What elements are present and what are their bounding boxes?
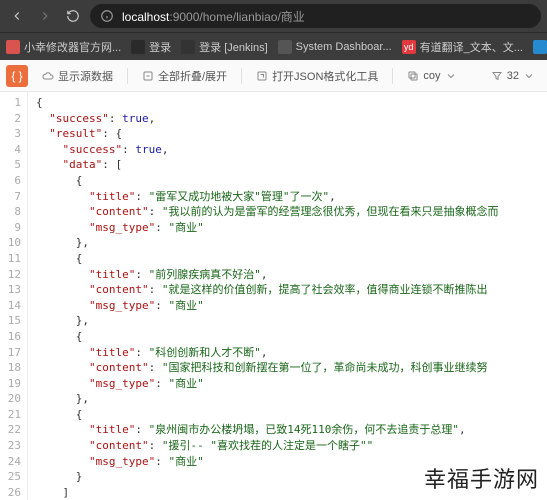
browser-nav-bar: localhost:9000/home/lianbiao/商业 (0, 0, 547, 32)
url-text: localhost:9000/home/lianbiao/商业 (122, 8, 305, 25)
bookmarks-bar: 小幸修改器官方网... 登录 登录 [Jenkins] System Dashboar… (0, 32, 547, 60)
filter-button[interactable]: 32 (485, 67, 541, 85)
copy-label: coy (423, 70, 440, 82)
show-raw-button[interactable]: 显示源数据 (36, 65, 119, 87)
open-formatter-label: 打开JSON格式化工具 (272, 68, 378, 84)
external-icon (256, 70, 268, 82)
json-viewer-toolbar: { } 显示源数据 全部折叠/展开 打开JSON格式化工具 coy 32 (0, 60, 547, 92)
bookmark-favicon (181, 40, 195, 54)
filter-count: 32 (507, 70, 519, 82)
bookmark-label: 有道翻译_文本、文... (420, 39, 523, 55)
copy-button[interactable]: coy (401, 67, 462, 85)
back-button[interactable] (6, 5, 28, 27)
bookmark-favicon (6, 40, 20, 54)
show-raw-label: 显示源数据 (58, 68, 113, 84)
toolbar-separator (127, 68, 128, 84)
bookmark-item[interactable]: yd 有道翻译_文本、文... (402, 39, 523, 55)
arrow-left-icon (10, 9, 24, 23)
bookmark-label: 小幸修改器官方网... (24, 39, 121, 55)
site-info-icon (100, 9, 114, 23)
collapse-all-label: 全部折叠/展开 (158, 68, 227, 84)
line-gutter: 1234567891011121314151617181920212223242… (0, 92, 28, 500)
bookmark-item[interactable]: 登录 (131, 39, 171, 55)
cloud-icon (42, 70, 54, 82)
copy-icon (407, 70, 419, 82)
bookmark-item[interactable]: 小幸修改器官方网... (6, 39, 121, 55)
bookmark-label: System Dashboar... (296, 41, 392, 53)
bookmark-item[interactable]: Bing Microsoft Tr (533, 40, 547, 54)
bookmark-favicon: yd (402, 40, 416, 54)
json-content[interactable]: { "success": true, "result": { "success"… (28, 92, 547, 500)
chevron-down-icon (445, 70, 457, 82)
collapse-all-button[interactable]: 全部折叠/展开 (136, 65, 233, 87)
bookmark-favicon (533, 40, 547, 54)
toolbar-separator (241, 68, 242, 84)
arrow-right-icon (38, 9, 52, 23)
open-formatter-button[interactable]: 打开JSON格式化工具 (250, 65, 384, 87)
address-bar[interactable]: localhost:9000/home/lianbiao/商业 (90, 4, 541, 28)
chevron-down-icon (523, 70, 535, 82)
reload-icon (66, 9, 80, 23)
bookmark-label: 登录 (149, 39, 171, 55)
reload-button[interactable] (62, 5, 84, 27)
bookmark-item[interactable]: 登录 [Jenkins] (181, 39, 267, 55)
extension-badge[interactable]: { } (6, 65, 28, 87)
bookmark-favicon (278, 40, 292, 54)
watermark-text: 幸福手游网 (424, 462, 539, 494)
collapse-icon (142, 70, 154, 82)
bookmark-item[interactable]: System Dashboar... (278, 40, 392, 54)
bookmark-label: 登录 [Jenkins] (199, 39, 267, 55)
forward-button[interactable] (34, 5, 56, 27)
bookmark-favicon (131, 40, 145, 54)
filter-icon (491, 70, 503, 82)
json-code-area: 1234567891011121314151617181920212223242… (0, 92, 547, 500)
toolbar-separator (392, 68, 393, 84)
